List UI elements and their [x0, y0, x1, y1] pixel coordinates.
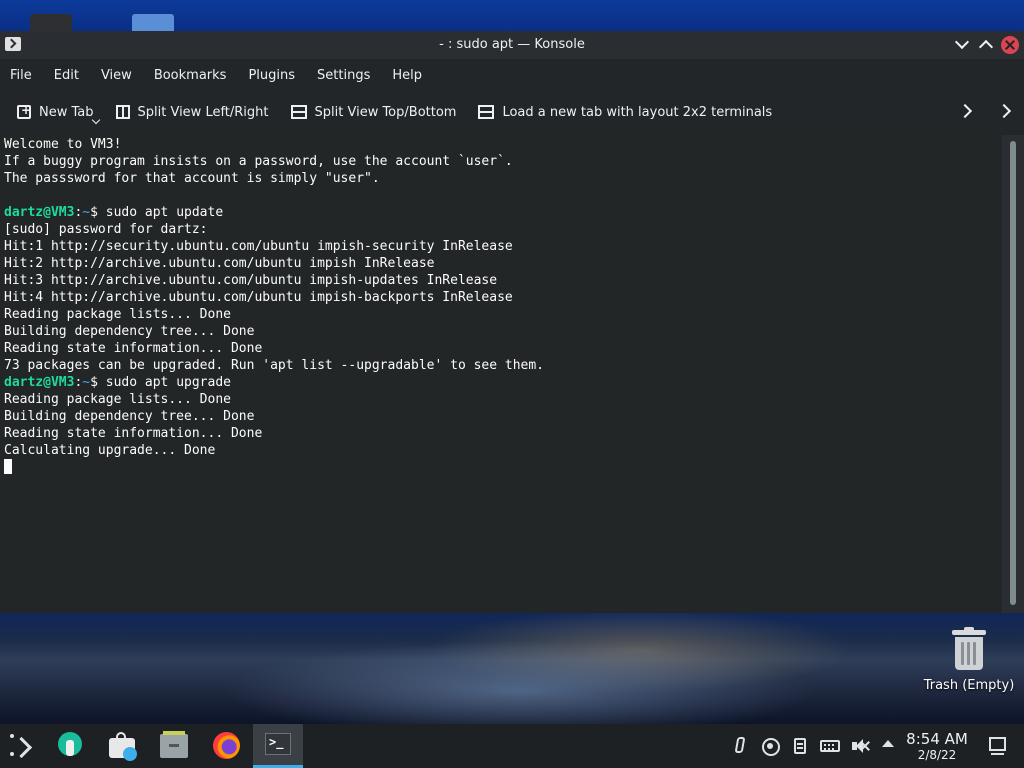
terminal-view[interactable]: Welcome to VM3! If a buggy program insist…: [0, 135, 1002, 613]
trash-icon: [950, 627, 988, 672]
terminal-line: Building dependency tree... Done: [4, 323, 998, 340]
menu-file[interactable]: File: [10, 68, 32, 83]
load-layout-button[interactable]: Load a new tab with layout 2x2 terminals: [478, 105, 772, 120]
menu-bar: File Edit View Bookmarks Plugins Settings Help: [0, 59, 1024, 91]
prompt-user: dartz@VM3: [4, 375, 75, 390]
new-tab-button[interactable]: New Tab: [17, 103, 101, 124]
output-text: Calculating upgrade... Done: [4, 443, 216, 458]
split-top-bottom-button[interactable]: Split View Top/Bottom: [290, 104, 457, 120]
output-text: Reading state information... Done: [4, 341, 263, 356]
trash-label: Trash (Empty): [923, 678, 1015, 693]
terminal-line: [sudo] password for dartz:: [4, 221, 998, 238]
konsole-task-icon[interactable]: [253, 724, 303, 768]
terminal-line: Hit:1 http://security.ubuntu.com/ubuntu …: [4, 238, 998, 255]
taskbar: 8:54 AM 2/8/22: [0, 724, 1024, 768]
prompt-user: dartz@VM3: [4, 205, 75, 220]
terminal-line: Building dependency tree... Done: [4, 408, 998, 425]
output-text: Building dependency tree... Done: [4, 324, 255, 339]
toolbar: New Tab Split View Left/Right Split View…: [0, 91, 1024, 133]
terminal-scrollbar[interactable]: [1002, 135, 1024, 613]
clock-date: 2/8/22: [917, 748, 957, 762]
output-text: Hit:3 http://archive.ubuntu.com/ubuntu i…: [4, 273, 498, 288]
file-manager-icon[interactable]: [158, 730, 190, 762]
terminal-line: Reading package lists... Done: [4, 306, 998, 323]
terminal-line: Hit:4 http://archive.ubuntu.com/ubuntu i…: [4, 289, 998, 306]
split-left-right-icon: [115, 105, 130, 119]
split-left-right-button[interactable]: Split View Left/Right: [115, 104, 269, 120]
menu-settings[interactable]: Settings: [317, 68, 370, 83]
volume-muted-icon[interactable]: [850, 736, 870, 756]
clock[interactable]: 8:54 AM 2/8/22: [898, 730, 976, 762]
konsole-window: - : sudo apt — Konsole File Edit View Bookm…: [0, 31, 1024, 613]
show-desktop-icon[interactable]: [989, 737, 1006, 755]
split-top-bottom-label: Split View Top/Bottom: [314, 104, 457, 120]
new-tab-icon: [17, 103, 31, 119]
menu-plugins[interactable]: Plugins: [248, 68, 295, 83]
output-text: Reading package lists... Done: [4, 307, 231, 322]
output-text: Building dependency tree... Done: [4, 409, 255, 424]
output-text: [sudo] password for dartz:: [4, 222, 208, 237]
terminal-line: Reading state information... Done: [4, 340, 998, 357]
terminal-line: Hit:2 http://archive.ubuntu.com/ubuntu i…: [4, 255, 998, 272]
minimize-button[interactable]: [953, 36, 971, 54]
terminal-line: Welcome to VM3!: [4, 136, 998, 153]
tray-expand-icon[interactable]: [879, 736, 899, 756]
output-text: 73 packages can be upgraded. Run 'apt li…: [4, 358, 545, 373]
command-text: sudo apt update: [105, 205, 224, 220]
bluetooth-icon[interactable]: [730, 736, 750, 756]
split-left-right-label: Split View Left/Right: [137, 104, 269, 120]
split-top-bottom-icon: [290, 105, 307, 119]
terminal-cursor-line: [4, 459, 998, 476]
title-bar[interactable]: - : sudo apt — Konsole: [0, 31, 1024, 59]
terminal-line: dartz@VM3:~$ sudo apt upgrade: [4, 375, 231, 390]
terminal-line: Reading state information... Done: [4, 425, 998, 442]
menu-view[interactable]: View: [101, 68, 132, 83]
new-tab-label: New Tab: [39, 104, 94, 120]
load-layout-label: Load a new tab with layout 2x2 terminals: [502, 104, 773, 120]
output-text: If a buggy program insists on a password…: [4, 154, 513, 169]
window-title: - : sudo apt — Konsole: [439, 37, 585, 52]
menu-edit[interactable]: Edit: [54, 68, 79, 83]
terminal-line: dartz@VM3:~$ sudo apt update: [4, 205, 224, 220]
maximize-button[interactable]: [977, 36, 995, 54]
firefox-icon[interactable]: [210, 730, 242, 762]
updates-icon[interactable]: [760, 736, 780, 756]
app-launcher-icon[interactable]: [8, 730, 40, 762]
system-settings-icon[interactable]: [54, 730, 86, 762]
output-text: The passsword for that account is simply…: [4, 171, 380, 186]
output-text: Reading package lists... Done: [4, 392, 231, 407]
chevron-right-icon[interactable]: [957, 103, 973, 119]
menu-bookmarks[interactable]: Bookmarks: [154, 68, 227, 83]
close-button[interactable]: [1001, 36, 1019, 54]
terminal-line: If a buggy program insists on a password…: [4, 153, 998, 170]
menu-help[interactable]: Help: [392, 68, 422, 83]
terminal-line: Calculating upgrade... Done: [4, 442, 998, 459]
terminal-line: Hit:3 http://archive.ubuntu.com/ubuntu i…: [4, 272, 998, 289]
toolbar-overflow-icon[interactable]: [996, 103, 1012, 119]
prompt-path: ~: [82, 375, 91, 390]
terminal-line: Reading package lists... Done: [4, 391, 998, 408]
command-text: sudo apt upgrade: [105, 375, 231, 390]
prompt-path: ~: [82, 205, 91, 220]
layout-icon: [478, 105, 495, 119]
keyboard-icon[interactable]: [820, 736, 840, 756]
clock-time: 8:54 AM: [906, 730, 968, 748]
output-text: Welcome to VM3!: [4, 137, 122, 152]
terminal-cursor: [4, 459, 12, 474]
desktop-folder-icon[interactable]: [132, 14, 174, 32]
terminal-line: The passsword for that account is simply…: [4, 170, 998, 187]
output-text: Hit:4 http://archive.ubuntu.com/ubuntu i…: [4, 290, 513, 305]
terminal-line: 73 packages can be upgraded. Run 'apt li…: [4, 357, 998, 374]
desktop-icon-partial[interactable]: [30, 14, 72, 32]
discover-store-icon[interactable]: [106, 730, 138, 762]
desktop-trash[interactable]: Trash (Empty): [922, 627, 1016, 693]
scrollbar-thumb[interactable]: [1010, 141, 1016, 605]
output-text: Hit:2 http://archive.ubuntu.com/ubuntu i…: [4, 256, 435, 271]
terminal-output: Welcome to VM3! If a buggy program insist…: [0, 135, 1002, 477]
clipboard-icon[interactable]: [791, 736, 811, 756]
output-text: Reading state information... Done: [4, 426, 263, 441]
output-text: Hit:1 http://security.ubuntu.com/ubuntu …: [4, 239, 513, 254]
